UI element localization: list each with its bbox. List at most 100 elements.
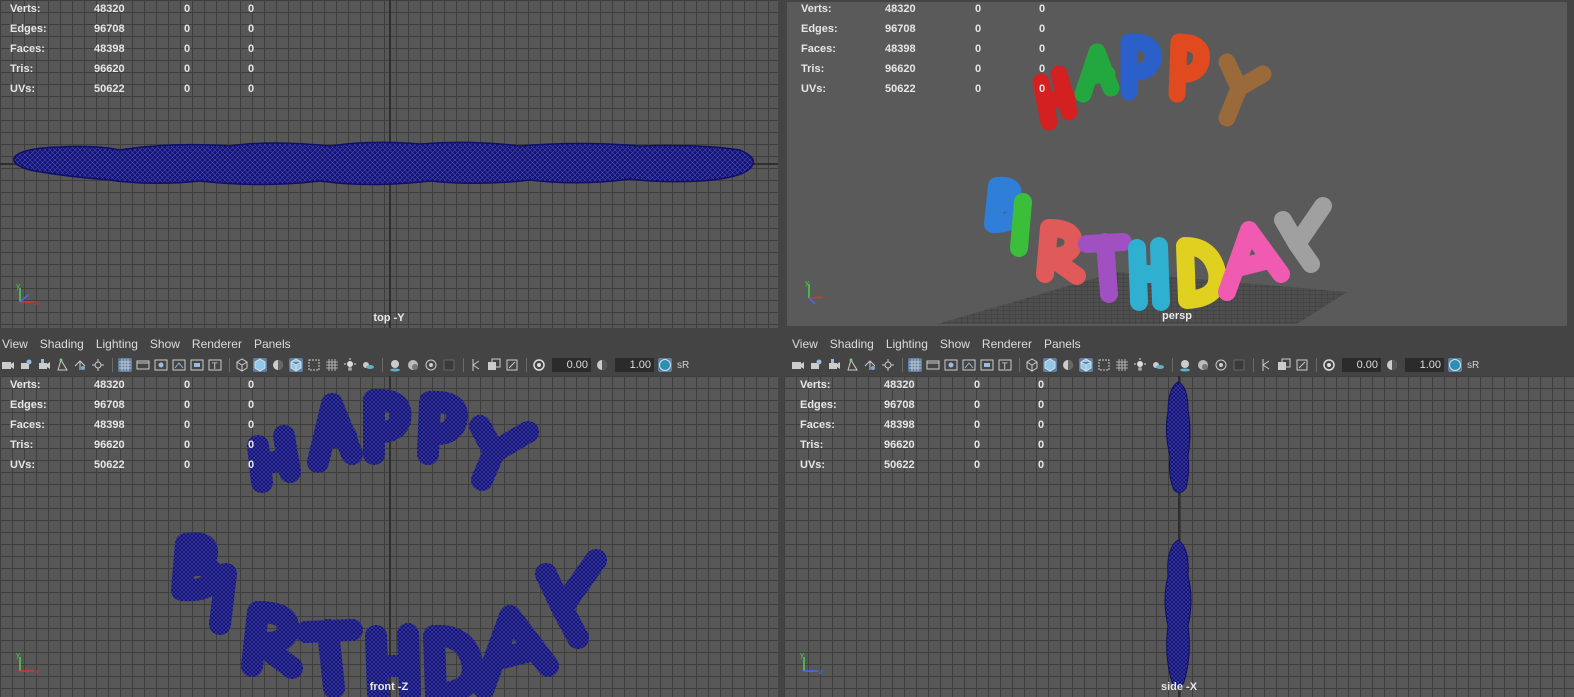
camera-icon[interactable] [1, 358, 15, 372]
shadows-icon[interactable] [1151, 358, 1165, 372]
hud-toggle-icon[interactable] [1295, 358, 1309, 372]
gate-mask-icon[interactable] [154, 358, 168, 372]
camera-label: top -Y [373, 312, 405, 324]
safe-title-icon[interactable]: T [208, 358, 222, 372]
view-transform-icon[interactable] [1448, 358, 1462, 372]
exposure-icon[interactable] [532, 358, 546, 372]
viewport-side[interactable]: Verts: 48320 0 0 Edges: 96708 0 0 Faces: 48398 0… [784, 376, 1574, 697]
isolate-select-icon[interactable] [442, 358, 456, 372]
xray-icon[interactable] [307, 358, 321, 372]
grid-icon[interactable] [863, 358, 877, 372]
axis-gizmo-icon: y x [16, 282, 39, 307]
resolution-gate-icon[interactable] [926, 358, 940, 372]
grid-toggle-icon[interactable] [908, 358, 922, 372]
camera-attributes-icon[interactable] [19, 358, 33, 372]
exposure-icon[interactable] [1322, 358, 1336, 372]
field-chart-icon[interactable] [172, 358, 186, 372]
isolate-select-icon[interactable] [1232, 358, 1246, 372]
ambient-occlusion-icon[interactable] [1178, 358, 1192, 372]
viewport-top[interactable]: Verts: 48320 0 0 Edges: 96708 0 0 Faces: 48398 0… [0, 0, 778, 328]
use-default-material-icon[interactable] [325, 358, 339, 372]
svg-text:x: x [35, 299, 39, 307]
viewport-panel-side[interactable]: View Shading Lighting Show Renderer Pane… [784, 334, 1574, 697]
lights-icon[interactable] [343, 358, 357, 372]
color-space-label[interactable]: sR [677, 360, 689, 371]
gamma-field[interactable]: 1.00 [615, 358, 654, 372]
wireframe-icon[interactable] [1025, 358, 1039, 372]
shadows-icon[interactable] [361, 358, 375, 372]
svg-text:z: z [819, 668, 823, 676]
flat-shade-icon[interactable] [1061, 358, 1075, 372]
menu-lighting[interactable]: Lighting [90, 337, 144, 351]
panel-toolbar: T 0.00 1.00 sR [0, 355, 778, 375]
viewport-panel-top[interactable]: Verts: 48320 0 0 Edges: 96708 0 0 Faces: 48398 0… [0, 0, 778, 328]
svg-text:y: y [800, 651, 804, 659]
panel-toolbar: T 0.00 1.00 sR [784, 355, 1574, 375]
menu-panels[interactable]: Panels [1038, 337, 1087, 351]
gamma-field[interactable]: 1.00 [1405, 358, 1444, 372]
depth-of-field-icon[interactable] [424, 358, 438, 372]
camera-icon[interactable] [791, 358, 805, 372]
ambient-occlusion-icon[interactable] [388, 358, 402, 372]
antialias-icon[interactable] [1196, 358, 1210, 372]
exposure-field[interactable]: 0.00 [1342, 358, 1381, 372]
exposure-field[interactable]: 0.00 [552, 358, 591, 372]
menu-renderer[interactable]: Renderer [976, 337, 1038, 351]
wireframe-on-shaded-icon[interactable] [1079, 358, 1093, 372]
resolution-gate-icon[interactable] [136, 358, 150, 372]
view-transform-icon[interactable] [658, 358, 672, 372]
film-gate-icon[interactable] [91, 358, 105, 372]
hud-toggle-icon[interactable] [505, 358, 519, 372]
safe-action-icon[interactable] [190, 358, 204, 372]
image-plane-icon[interactable] [55, 358, 69, 372]
viewport-front[interactable]: Verts: 48320 0 0 Edges: 96708 0 0 Faces: 48398 0… [0, 376, 778, 697]
viewport-persp[interactable]: Verts: 48320 0 0 Edges: 96708 0 0 Faces: 48398 0… [787, 2, 1567, 326]
menu-shading[interactable]: Shading [824, 337, 880, 351]
grid-icon[interactable] [73, 358, 87, 372]
smooth-shade-icon[interactable] [1043, 358, 1057, 372]
bookmarks-icon[interactable] [37, 358, 51, 372]
safe-title-icon[interactable]: T [998, 358, 1012, 372]
depth-of-field-icon[interactable] [1214, 358, 1228, 372]
camera-attributes-icon[interactable] [809, 358, 823, 372]
wireframe-on-shaded-icon[interactable] [289, 358, 303, 372]
xray-joints-icon[interactable] [469, 358, 483, 372]
svg-text:x: x [35, 668, 39, 676]
xray-active-icon[interactable] [1277, 358, 1291, 372]
field-chart-icon[interactable] [962, 358, 976, 372]
image-plane-icon[interactable] [845, 358, 859, 372]
xray-active-icon[interactable] [487, 358, 501, 372]
svg-text:T: T [1001, 362, 1008, 372]
xray-joints-icon[interactable] [1259, 358, 1273, 372]
flat-shade-icon[interactable] [271, 358, 285, 372]
panel-menubar: View Shading Lighting Show Renderer Pane… [0, 334, 778, 354]
menu-view[interactable]: View [790, 337, 824, 351]
xray-icon[interactable] [1097, 358, 1111, 372]
smooth-shade-icon[interactable] [253, 358, 267, 372]
camera-label: front -Z [369, 681, 409, 693]
bookmarks-icon[interactable] [827, 358, 841, 372]
menu-panels[interactable]: Panels [248, 337, 297, 351]
svg-text:y: y [16, 651, 20, 659]
film-gate-icon[interactable] [881, 358, 895, 372]
panel-menubar: View Shading Lighting Show Renderer Pane… [784, 334, 1574, 354]
gamma-icon[interactable] [1385, 358, 1399, 372]
menu-show[interactable]: Show [934, 337, 976, 351]
wireframe-icon[interactable] [235, 358, 249, 372]
color-space-label[interactable]: sR [1467, 360, 1479, 371]
gamma-icon[interactable] [595, 358, 609, 372]
lights-icon[interactable] [1133, 358, 1147, 372]
safe-action-icon[interactable] [980, 358, 994, 372]
gate-mask-icon[interactable] [944, 358, 958, 372]
menu-lighting[interactable]: Lighting [880, 337, 934, 351]
use-default-material-icon[interactable] [1115, 358, 1129, 372]
menu-show[interactable]: Show [144, 337, 186, 351]
antialias-icon[interactable] [406, 358, 420, 372]
viewport-panel-persp[interactable]: Verts: 48320 0 0 Edges: 96708 0 0 Faces: 48398 0… [784, 0, 1574, 328]
grid-toggle-icon[interactable] [118, 358, 132, 372]
menu-shading[interactable]: Shading [34, 337, 90, 351]
menu-renderer[interactable]: Renderer [186, 337, 248, 351]
menu-view[interactable]: View [0, 337, 34, 351]
viewport-panel-front[interactable]: View Shading Lighting Show Renderer Pane… [0, 334, 778, 697]
svg-text:T: T [211, 362, 218, 372]
